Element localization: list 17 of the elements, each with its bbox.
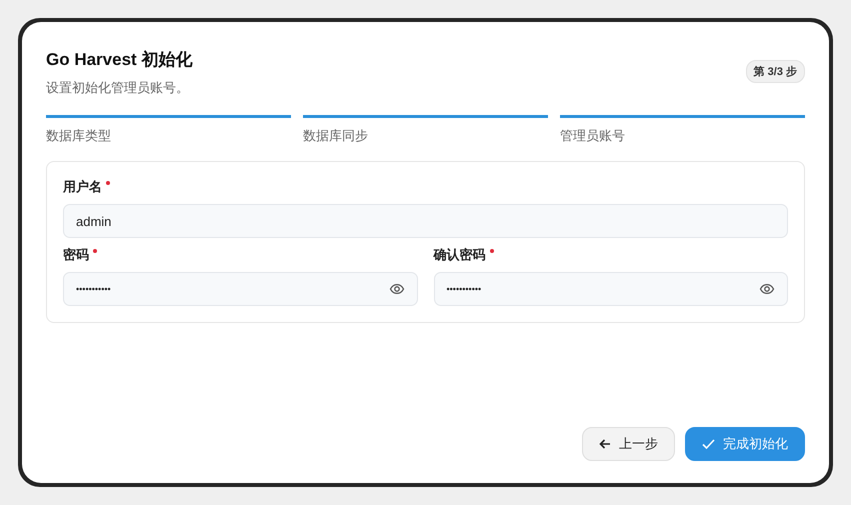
step-indicator: 数据库类型 [46,115,291,145]
step-indicator: 管理员账号 [560,115,805,145]
field-label: 确认密码 [434,246,486,264]
text-field[interactable]: admin [63,204,788,238]
field-label: 用户名 [63,178,102,196]
password-field[interactable]: ••••••••••• [434,272,788,306]
eye-icon[interactable] [759,281,775,297]
dialog-subtitle: 设置初始化管理员账号。 [46,79,190,97]
step-indicator: 数据库同步 [303,115,548,145]
dialog-title: Go Harvest 初始化 [46,49,192,71]
step-badge: 第 3/3 步 [746,60,805,83]
back-button[interactable]: 上一步 [582,427,675,461]
check-icon [702,438,715,450]
eye-icon[interactable] [388,281,404,297]
password-field[interactable]: ••••••••••• [63,272,418,306]
arrow-left-icon [599,438,611,450]
field-label: 密码 [63,246,89,264]
